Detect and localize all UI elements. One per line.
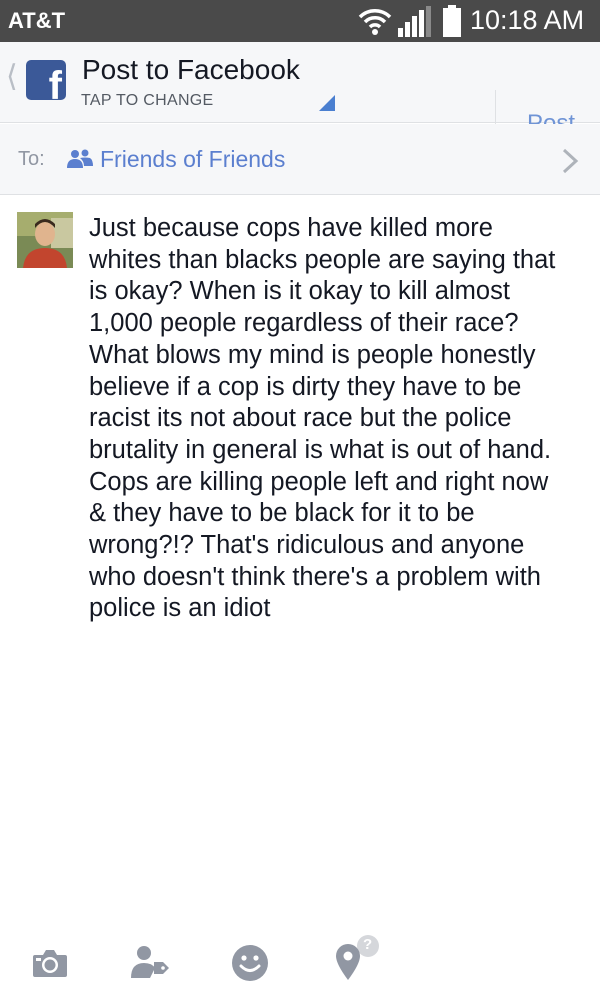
back-chevron-icon[interactable]: ⟨ <box>6 62 18 92</box>
avatar <box>17 212 73 268</box>
compose-header: ⟨ f Post to Facebook TAP TO CHANGE Post <box>0 42 600 154</box>
audience-value[interactable]: Friends of Friends <box>100 146 285 173</box>
page-title[interactable]: Post to Facebook <box>82 54 300 86</box>
to-label: To: <box>18 148 45 170</box>
location-button[interactable]: ? <box>334 934 384 984</box>
clock: 10:18 AM <box>470 5 585 35</box>
smiley-icon[interactable] <box>231 944 269 982</box>
chevron-right-icon[interactable] <box>561 148 579 174</box>
audience-selector[interactable]: To: Friends of Friends <box>0 124 600 195</box>
facebook-logo: f <box>26 60 66 100</box>
signal-icon <box>398 6 431 37</box>
friends-icon <box>67 149 93 168</box>
camera-icon[interactable] <box>32 948 68 978</box>
status-bar: AT&T 10:18 AM <box>0 0 600 42</box>
battery-icon <box>443 5 461 37</box>
location-pin-icon <box>336 935 379 980</box>
tag-person-icon[interactable] <box>130 944 170 980</box>
tap-to-change-label[interactable]: TAP TO CHANGE <box>81 92 214 110</box>
wifi-icon <box>358 9 392 35</box>
dropdown-corner-icon <box>319 95 335 111</box>
carrier-label: AT&T <box>8 8 66 33</box>
location-badge: ? <box>363 936 373 953</box>
post-text-input[interactable]: Just because cops have killed more white… <box>89 213 594 625</box>
